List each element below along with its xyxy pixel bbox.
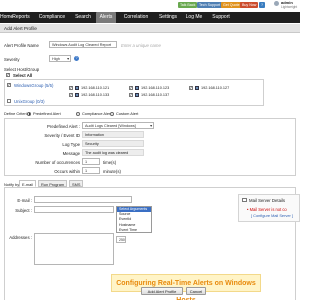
computer-icon — [75, 93, 79, 97]
predefined-alert-value: Audit Logs Cleared [Windows] — [85, 124, 136, 128]
nav-tab-log-me[interactable]: Log Me — [184, 12, 204, 23]
add-alert-profile-button[interactable]: Add Alert Profile — [141, 287, 183, 295]
mail-server-panel: Mail Server Details • Mail Server is not… — [238, 194, 300, 222]
mail-server-warning: • Mail Server is not co — [247, 207, 287, 212]
alert-profile-name-input[interactable]: Windows Audit Log Cleared Report — [49, 41, 117, 48]
subject-label: Subject : — [15, 208, 32, 213]
group-label-windows[interactable]: WindowsGroup (5/5) — [14, 83, 53, 88]
nav-tab-settings[interactable]: Settings — [156, 12, 180, 23]
radio-label-custom: Custom Alert — [116, 111, 139, 116]
severity-select[interactable]: High ▾ — [49, 55, 71, 62]
predefined-alert-select[interactable]: Audit Logs Cleared [Windows] ▾ — [82, 122, 154, 129]
nav-tab-alerts[interactable]: Alerts — [96, 12, 116, 23]
occurs-within-label: Occurs within — [54, 169, 80, 174]
help-icon[interactable]: ? — [74, 55, 79, 61]
user-avatar-icon — [274, 1, 279, 6]
host-label: 192.168.110.123 — [141, 85, 170, 90]
computer-icon — [135, 86, 139, 90]
alert-profile-name-label: Alert Profile Name — [4, 43, 39, 48]
radio-compliance-alert[interactable] — [76, 111, 80, 116]
host-checkbox[interactable] — [129, 92, 133, 97]
radio-predefined-alert[interactable] — [27, 111, 31, 116]
addresses-label: Addresses : — [9, 235, 32, 240]
log-type-box: Security — [82, 140, 144, 147]
occurs-within-unit: minute(s) — [103, 169, 121, 174]
user-subtitle: Lightweight — [281, 5, 298, 9]
occurrences-unit: time(s) — [103, 160, 117, 165]
nav-tab-correlation[interactable]: Correlation — [120, 12, 152, 23]
log-type-value: Security — [85, 142, 99, 146]
main-nav: Home Reports Compliance Search Alerts Co… — [0, 12, 300, 23]
host-selection-panel: WindowsGroup (5/5) 192.168.110.121 192.1… — [4, 79, 264, 106]
severity-event-id-box: Information — [82, 131, 144, 138]
radio-custom-alert[interactable] — [110, 111, 114, 116]
severity-event-id-value: Information — [85, 133, 104, 137]
email-input[interactable] — [34, 196, 132, 203]
select-all-checkbox[interactable] — [6, 72, 10, 77]
occurrences-input[interactable]: 1 — [82, 158, 100, 165]
tab-sms[interactable]: SMS — [69, 180, 84, 187]
tab-run-program[interactable]: Run Program — [38, 180, 68, 187]
host-checkbox[interactable] — [69, 92, 73, 97]
tab-email[interactable]: E-mail — [19, 180, 37, 187]
occurrences-label: Number of occurrences — [35, 160, 80, 165]
nav-tab-reports[interactable]: Reports — [11, 12, 31, 23]
page-title: Add Alert Profile — [0, 24, 300, 33]
host-label: 192.168.110.127 — [201, 85, 230, 90]
host-checkbox[interactable] — [69, 85, 73, 90]
char-count: 250 — [116, 236, 126, 243]
severity-label: Severity — [4, 57, 20, 62]
message-label: Message — [62, 151, 80, 156]
mail-server-warning-text: Mail Server is not co — [249, 207, 287, 212]
cancel-button[interactable]: Cancel — [186, 287, 206, 295]
computer-icon — [195, 86, 199, 90]
select-arguments-list[interactable]: Select Arguments Source EventId Hostname… — [116, 206, 152, 233]
computer-icon — [75, 86, 79, 90]
configure-mail-server-link[interactable]: [ Configure Mail Server ] — [251, 213, 293, 218]
top-strip: Talk Back Tech Support Get Quote Buy Now… — [0, 0, 300, 12]
log-type-label: Log Type — [62, 142, 80, 147]
chevron-down-icon: ▾ — [67, 57, 69, 61]
severity-event-id-label: Severity / Event ID — [44, 133, 80, 138]
nav-tab-compliance[interactable]: Compliance — [36, 12, 68, 23]
host-checkbox[interactable] — [129, 85, 133, 90]
list-item[interactable]: Event Time — [117, 228, 151, 233]
group-label-unix[interactable]: UnixGroup (0/3) — [14, 99, 45, 104]
host-label: 192.168.110.121 — [81, 85, 110, 90]
mail-icon — [242, 198, 247, 202]
nav-tab-home[interactable]: Home — [0, 12, 13, 23]
occurs-within-input[interactable]: 1 — [82, 167, 100, 174]
help-icon[interactable]: ? — [259, 2, 265, 8]
subject-input[interactable] — [34, 206, 114, 213]
select-all-label: Select All — [13, 72, 33, 78]
alert-profile-name-placeholder: Enter a unique name — [121, 43, 161, 48]
define-criteria-label: Define Criteria — [4, 111, 29, 116]
computer-icon — [135, 93, 139, 97]
predefined-alert-label: Predefined Alert : — [47, 124, 80, 129]
talk-back-link[interactable]: Talk Back — [178, 2, 198, 8]
nav-tab-support[interactable]: Support — [210, 12, 232, 23]
addresses-textarea[interactable] — [34, 233, 114, 265]
mail-server-title: Mail Server Details — [249, 197, 286, 203]
get-quote-link[interactable]: Get Quote — [221, 2, 242, 8]
message-box: The audit log was cleared — [82, 149, 144, 156]
message-value: The audit log was cleared — [85, 151, 129, 155]
nav-tab-search[interactable]: Search — [73, 12, 93, 23]
radio-label-compliance: Compliance Alert — [82, 111, 112, 116]
email-label: E-mail : — [17, 198, 32, 203]
tech-support-link[interactable]: Tech Support — [197, 2, 223, 8]
group-checkbox-unix[interactable] — [7, 99, 11, 103]
radio-label-predefined: Predefined Alert — [33, 111, 61, 116]
buy-now-link[interactable]: Buy Now — [240, 2, 259, 8]
group-checkbox-windows[interactable] — [7, 82, 11, 87]
chevron-down-icon: ▾ — [150, 124, 152, 128]
host-label: 192.168.110.137 — [141, 92, 170, 97]
severity-value: High — [52, 57, 60, 61]
host-label: 192.168.110.133 — [81, 92, 110, 97]
host-checkbox[interactable] — [189, 85, 193, 90]
